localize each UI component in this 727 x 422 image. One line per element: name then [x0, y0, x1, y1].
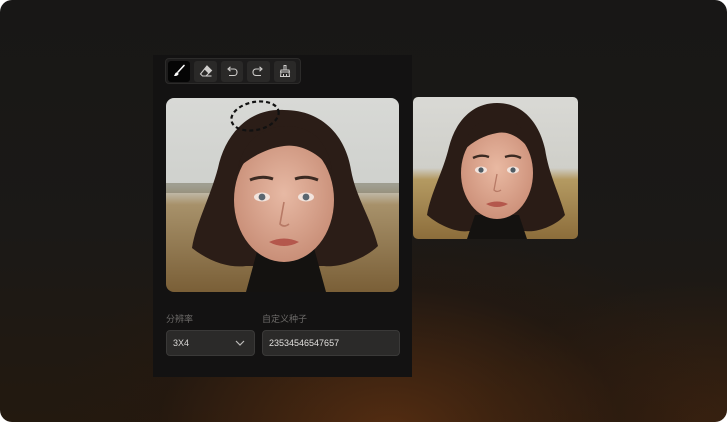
redo-button[interactable]	[247, 60, 270, 82]
source-portrait-image[interactable]	[166, 98, 399, 292]
eraser-icon	[199, 65, 212, 77]
eraser-button[interactable]	[194, 60, 217, 82]
undo-icon	[227, 66, 238, 77]
clear-button[interactable]	[273, 60, 297, 82]
clear-icon	[279, 65, 290, 77]
resolution-value: 3X4	[173, 338, 190, 348]
redo-icon	[252, 66, 264, 77]
drawing-toolbar	[165, 58, 301, 84]
result-portrait-image[interactable]	[413, 97, 578, 239]
chevron-down-icon	[235, 340, 245, 346]
brush-button[interactable]	[168, 60, 191, 82]
brush-icon	[174, 64, 186, 77]
resolution-label: 分辨率	[166, 314, 194, 324]
resolution-select[interactable]: 3X4	[166, 330, 255, 356]
app-window: 分辨率 自定义种子 3X4 23534546547657	[0, 0, 727, 422]
seed-input[interactable]: 23534546547657	[262, 330, 400, 356]
seed-value: 23534546547657	[269, 338, 340, 348]
undo-button[interactable]	[220, 60, 244, 82]
seed-label: 自定义种子	[262, 314, 308, 324]
